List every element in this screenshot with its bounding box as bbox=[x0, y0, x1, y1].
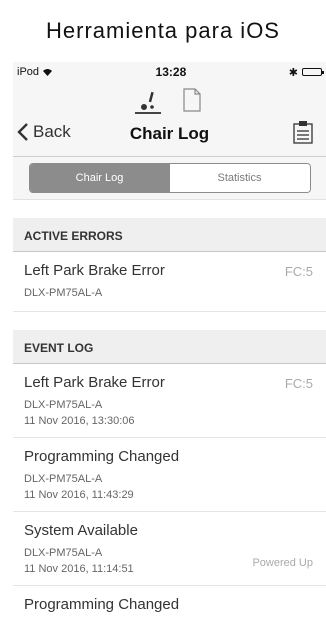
event-model: DLX-PM75AL-A bbox=[24, 473, 103, 485]
event-name: System Available bbox=[24, 522, 138, 539]
event-row[interactable]: Programming Changed DLX-PM75AL-A 11 Nov … bbox=[13, 438, 326, 512]
clock: 13:28 bbox=[155, 65, 187, 79]
carrier-info: iPod bbox=[17, 66, 53, 78]
status-bar: iPod 13:28 ✱ bbox=[13, 62, 326, 82]
segment-statistics[interactable]: Statistics bbox=[169, 164, 310, 192]
event-timestamp: 11 Nov 2016, 11:43:29 bbox=[24, 489, 134, 501]
active-error-row[interactable]: Left Park Brake Error DLX-PM75AL-A FC:5 bbox=[13, 252, 326, 312]
event-row[interactable]: Left Park Brake Error DLX-PM75AL-A 11 No… bbox=[13, 364, 326, 438]
segmented-control: Chair Log Statistics bbox=[28, 163, 311, 193]
clipboard-icon bbox=[293, 121, 313, 144]
chair-tab-icon[interactable] bbox=[134, 86, 161, 114]
event-tag: Powered Up bbox=[252, 557, 313, 569]
active-errors-header: ACTIVE ERRORS bbox=[13, 218, 326, 252]
carrier-label: iPod bbox=[17, 66, 40, 78]
event-model: DLX-PM75AL-A bbox=[24, 399, 103, 411]
clipboard-button[interactable] bbox=[292, 120, 314, 149]
error-model: DLX-PM75AL-A bbox=[24, 287, 103, 299]
event-name: Programming Changed bbox=[24, 596, 180, 613]
navigation-bar: Back Chair Log bbox=[13, 82, 326, 157]
battery-icon bbox=[301, 68, 324, 76]
phone-screen: iPod 13:28 ✱ Back Chair Log Chair Log St… bbox=[13, 62, 326, 621]
event-name: Left Park Brake Error bbox=[24, 374, 165, 391]
fault-code: FC:5 bbox=[284, 376, 313, 391]
event-row[interactable]: System Available DLX-PM75AL-A 11 Nov 201… bbox=[13, 512, 326, 586]
slide-caption: Herramienta para iOS bbox=[46, 18, 280, 43]
segment-chair-log[interactable]: Chair Log bbox=[29, 164, 170, 192]
event-timestamp: 11 Nov 2016, 13:30:06 bbox=[24, 415, 135, 427]
event-log-header: EVENT LOG bbox=[13, 330, 326, 364]
event-name: Programming Changed bbox=[24, 448, 180, 465]
document-tab-icon[interactable] bbox=[179, 86, 205, 112]
segmented-control-bar: Chair Log Statistics bbox=[13, 157, 326, 200]
error-name: Left Park Brake Error bbox=[24, 262, 165, 279]
view-switcher bbox=[13, 86, 326, 114]
wifi-icon bbox=[43, 68, 53, 76]
page-title: Chair Log bbox=[129, 124, 210, 143]
status-right: ✱ bbox=[288, 66, 324, 79]
fault-code: FC:5 bbox=[284, 264, 313, 279]
bluetooth-icon: ✱ bbox=[288, 66, 298, 79]
event-row[interactable]: Programming Changed bbox=[13, 586, 326, 621]
